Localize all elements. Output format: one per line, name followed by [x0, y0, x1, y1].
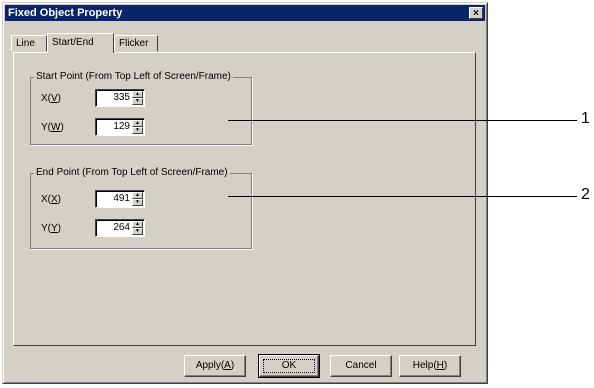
callout-line-1 [228, 120, 577, 121]
fixed-object-property-dialog: Fixed Object Property × Line Start/End F… [2, 2, 488, 384]
end-point-group: End Point (From Top Left of Screen/Frame… [30, 167, 252, 249]
title-bar[interactable]: Fixed Object Property × [5, 5, 485, 21]
start-point-group: Start Point (From Top Left of Screen/Fra… [30, 71, 252, 145]
tab-start-end[interactable]: Start/End [47, 33, 114, 53]
cancel-button[interactable]: Cancel [330, 355, 392, 377]
callout-line-2 [228, 196, 577, 197]
start-y-label: Y(W) [41, 122, 64, 133]
spin-up-arrow-icon[interactable]: ▲ [132, 91, 143, 98]
spin-up-arrow-icon[interactable]: ▲ [132, 120, 143, 127]
spin-down-arrow-icon[interactable]: ▼ [132, 228, 143, 235]
end-y-spinbox[interactable]: 264 ▲ ▼ [95, 219, 145, 237]
spin-down-arrow-icon[interactable]: ▼ [132, 127, 143, 134]
callout-number-1: 1 [581, 110, 590, 127]
spin-up-arrow-icon[interactable]: ▲ [132, 192, 143, 199]
end-x-spin-buttons: ▲ ▼ [132, 192, 143, 206]
start-x-value[interactable]: 335 [113, 92, 130, 103]
tab-panel-start-end: Start Point (From Top Left of Screen/Fra… [13, 52, 476, 346]
start-y-spin-buttons: ▲ ▼ [132, 120, 143, 134]
close-button[interactable]: × [469, 7, 483, 19]
end-y-spin-buttons: ▲ ▼ [132, 221, 143, 235]
window-title: Fixed Object Property [8, 7, 123, 19]
start-y-value[interactable]: 129 [113, 121, 130, 132]
end-point-group-label: End Point (From Top Left of Screen/Frame… [34, 167, 230, 178]
start-x-label: X(V) [41, 93, 62, 104]
ok-button[interactable]: OK [258, 354, 320, 378]
help-button[interactable]: Help(H) [399, 355, 461, 377]
callout-number-2: 2 [581, 186, 590, 203]
spin-up-arrow-icon[interactable]: ▲ [132, 221, 143, 228]
start-x-spinbox[interactable]: 335 ▲ ▼ [95, 89, 145, 107]
end-y-value[interactable]: 264 [113, 222, 130, 233]
end-x-spinbox[interactable]: 491 ▲ ▼ [95, 190, 145, 208]
end-x-value[interactable]: 491 [113, 193, 130, 204]
start-point-group-label: Start Point (From Top Left of Screen/Fra… [34, 71, 233, 82]
start-y-spinbox[interactable]: 129 ▲ ▼ [95, 118, 145, 136]
focus-rect [263, 359, 315, 373]
spin-down-arrow-icon[interactable]: ▼ [132, 199, 143, 206]
end-y-label: Y(Y) [41, 223, 62, 234]
tab-line[interactable]: Line [11, 35, 47, 51]
tab-flicker[interactable]: Flicker [114, 35, 158, 51]
end-x-label: X(X) [41, 194, 62, 205]
apply-button[interactable]: Apply(A) [184, 355, 246, 377]
spin-down-arrow-icon[interactable]: ▼ [132, 98, 143, 105]
start-x-spin-buttons: ▲ ▼ [132, 91, 143, 105]
